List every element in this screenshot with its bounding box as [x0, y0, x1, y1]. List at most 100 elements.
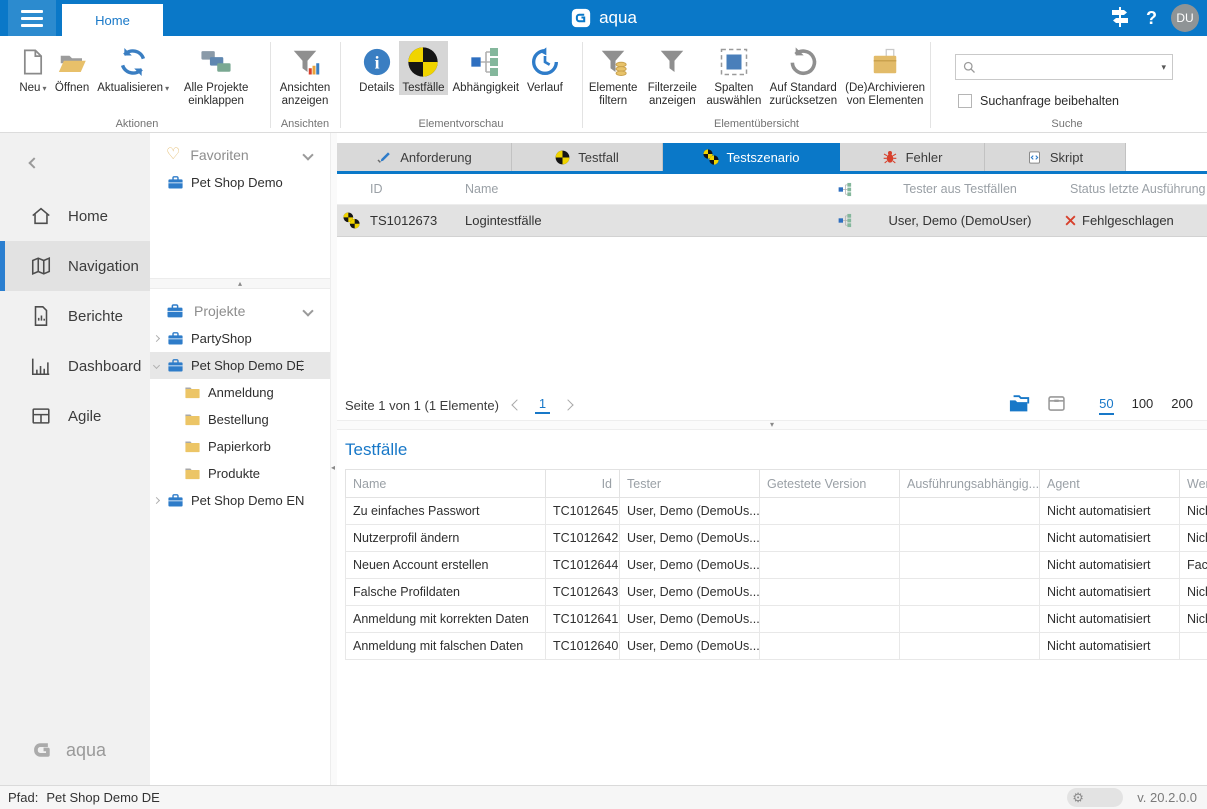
col-tester[interactable]: Tester — [620, 470, 760, 498]
dependency-icon[interactable] — [830, 213, 860, 228]
table-row[interactable]: Anmeldung mit falschen DatenTC1012640Use… — [346, 633, 1207, 660]
chevron-down-icon[interactable] — [302, 149, 313, 160]
kebab-menu-icon[interactable]: ⋮ — [295, 358, 308, 374]
undo-reset-icon — [787, 44, 819, 80]
copy-folders-icon[interactable] — [1008, 393, 1032, 418]
col-agent[interactable]: Agent — [1040, 470, 1180, 498]
table-row[interactable]: Falsche ProfildatenTC1012643User, Demo (… — [346, 579, 1207, 606]
row-tester: User, Demo (DemoUser) — [860, 213, 1060, 228]
sidebar-item-navigation[interactable]: Navigation — [0, 241, 150, 291]
expander-collapsed-icon[interactable] — [153, 497, 160, 504]
aqua-logo-icon — [570, 7, 592, 29]
table-row[interactable]: Zu einfaches PasswortTC1012645User, Demo… — [346, 498, 1207, 525]
tree-splitter[interactable]: ▴ — [150, 278, 330, 289]
ansichten-anzeigen-button[interactable]: Ansichten anzeigen — [273, 41, 337, 108]
col-name[interactable]: Name — [346, 470, 546, 498]
status-bar: Pfad: Pet Shop Demo DE ⚙ v. 20.2.0.0 — [0, 785, 1207, 809]
ribbon-group-elementuebersicht: Elemente filtern Filterzeile anzeigen Sp… — [585, 36, 928, 132]
tab-fehler[interactable]: Fehler — [840, 143, 985, 171]
filterzeile-anzeigen-button[interactable]: Filterzeile anzeigen — [643, 41, 701, 108]
abhaengigkeit-button[interactable]: Abhängigkeit — [450, 41, 523, 95]
tab-anforderung[interactable]: Anforderung — [337, 143, 512, 171]
folder-item-anmeldung[interactable]: Anmeldung — [150, 379, 330, 406]
grid-col-dependency[interactable] — [830, 182, 860, 197]
expander-expanded-icon[interactable] — [153, 362, 160, 369]
sidebar-item-berichte[interactable]: Berichte — [0, 291, 150, 341]
tab-skript[interactable]: Skript — [985, 143, 1126, 171]
col-id[interactable]: Id — [546, 470, 620, 498]
col-version[interactable]: Getestete Version — [760, 470, 900, 498]
search-dropdown-caret-icon[interactable]: ▾ — [1161, 62, 1166, 73]
table-row[interactable]: Anmeldung mit korrekten DatenTC1012641Us… — [346, 606, 1207, 633]
grid-col-id[interactable]: ID — [365, 182, 460, 196]
page-size-50[interactable]: 50 — [1099, 396, 1113, 415]
ribbon-tab-home[interactable]: Home — [62, 4, 163, 36]
help-icon[interactable]: ? — [1146, 8, 1157, 29]
table-row-testszenario[interactable]: TS1012673 Logintestfälle User, Demo (Dem… — [337, 205, 1207, 237]
testcase-id-link[interactable]: TC1012640 — [546, 633, 620, 660]
auf-standard-zuruecksetzen-button[interactable]: Auf Standard zurücksetzen — [766, 41, 840, 108]
dearchivieren-button[interactable]: (De)Archivieren von Elementen — [842, 41, 928, 108]
tab-testfall[interactable]: Testfall — [512, 143, 663, 171]
hamburger-menu-icon[interactable] — [8, 0, 56, 36]
search-input[interactable] — [981, 60, 1157, 74]
sidebar-collapse-icon[interactable] — [30, 155, 38, 170]
testcase-id-link[interactable]: TC1012643 — [546, 579, 620, 606]
sidebar-item-agile[interactable]: Agile — [0, 391, 150, 441]
col-wer[interactable]: Wer — [1180, 470, 1207, 498]
briefcase-icon — [167, 330, 184, 347]
user-avatar[interactable]: DU — [1171, 4, 1199, 32]
views-funnel-icon — [290, 44, 320, 80]
testcase-id-link[interactable]: TC1012645 — [546, 498, 620, 525]
page-number[interactable]: 1 — [535, 396, 550, 414]
favorite-item-pet-shop-demo[interactable]: Pet Shop Demo — [150, 169, 330, 196]
testcase-id-link[interactable]: TC1012644 — [546, 552, 620, 579]
horizontal-splitter[interactable]: ▾ — [337, 420, 1207, 430]
signpost-icon[interactable] — [1108, 5, 1132, 32]
project-item-pet-shop-demo-en[interactable]: Pet Shop Demo EN — [150, 487, 330, 514]
verlauf-button[interactable]: Verlauf — [524, 41, 566, 95]
testcase-id-link[interactable]: TC1012641 — [546, 606, 620, 633]
briefcase-icon — [166, 302, 184, 320]
grid-col-tester[interactable]: Tester aus Testfällen — [860, 182, 1060, 196]
archive-tray-icon[interactable] — [1046, 393, 1067, 417]
expander-collapsed-icon[interactable] — [153, 335, 160, 342]
next-page-icon[interactable] — [562, 399, 573, 410]
project-item-pet-shop-demo-de[interactable]: Pet Shop Demo DE ⋮ — [150, 352, 330, 379]
tab-testszenario[interactable]: Testszenario — [663, 143, 840, 171]
table-row[interactable]: Nutzerprofil ändernTC1012642User, Demo (… — [346, 525, 1207, 552]
settings-gear-toggle[interactable]: ⚙ — [1067, 788, 1123, 807]
sidebar-item-dashboard[interactable]: Dashboard — [0, 341, 150, 391]
favorites-header[interactable]: ♡ Favoriten — [150, 141, 330, 169]
details-button[interactable]: i Details — [356, 41, 397, 95]
page-size-200[interactable]: 200 — [1171, 396, 1193, 415]
grid-col-status[interactable]: Status letzte Ausführung — [1060, 182, 1207, 196]
neu-button[interactable]: Neu▾ — [16, 41, 50, 108]
sidebar-item-home[interactable]: Home — [0, 191, 150, 241]
folder-item-bestellung[interactable]: Bestellung — [150, 406, 330, 433]
aktualisieren-button[interactable]: Aktualisieren▾ — [94, 41, 172, 108]
oeffnen-button[interactable]: Öffnen — [52, 41, 92, 108]
table-row[interactable]: Neuen Account erstellenTC1012644User, De… — [346, 552, 1207, 579]
folder-item-papierkorb[interactable]: Papierkorb — [150, 433, 330, 460]
panel-splitter[interactable]: ◂ — [330, 133, 337, 785]
col-abhaengigkeit[interactable]: Ausführungsabhängig... — [900, 470, 1040, 498]
spalten-auswaehlen-button[interactable]: Spalten auswählen — [703, 41, 764, 108]
script-icon — [1027, 150, 1042, 165]
prev-page-icon[interactable] — [511, 399, 522, 410]
keep-search-checkbox[interactable] — [958, 94, 972, 108]
page-size-100[interactable]: 100 — [1132, 396, 1154, 415]
testcase-id-link[interactable]: TC1012642 — [546, 525, 620, 552]
grid-col-name[interactable]: Name — [460, 182, 830, 196]
chevron-down-icon[interactable] — [302, 305, 313, 316]
status-badge: Fehlgeschlagen — [1082, 213, 1174, 228]
projects-header[interactable]: Projekte — [150, 297, 330, 325]
project-item-partyshop[interactable]: PartyShop — [150, 325, 330, 352]
map-icon — [30, 255, 52, 277]
elemente-filtern-button[interactable]: Elemente filtern — [585, 41, 641, 108]
titlebar: Home aqua ? DU — [0, 0, 1207, 36]
testfaelle-button[interactable]: Testfälle — [399, 41, 447, 95]
folder-item-produkte[interactable]: Produkte — [150, 460, 330, 487]
alle-projekte-einklappen-button[interactable]: Alle Projekte einklappen — [174, 41, 258, 108]
svg-text:i: i — [374, 52, 379, 72]
